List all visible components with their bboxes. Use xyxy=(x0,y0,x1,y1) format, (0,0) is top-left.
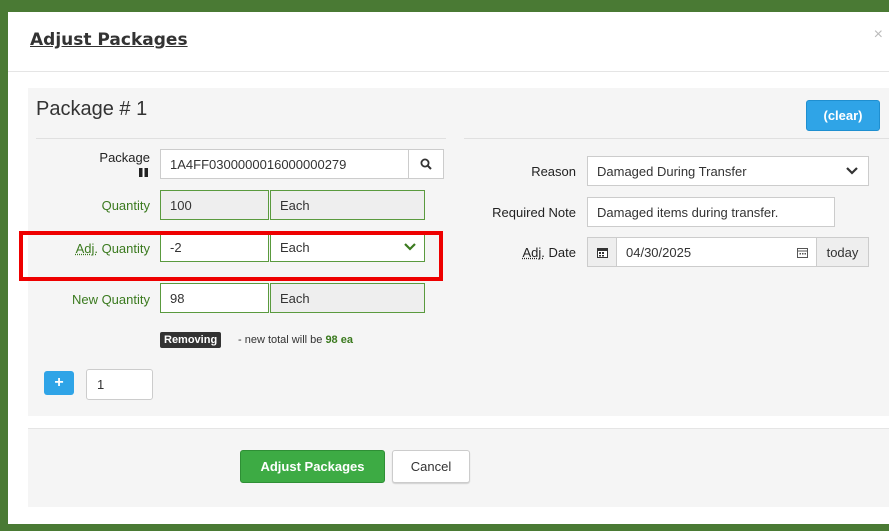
new-quantity-unit-field: Each xyxy=(270,283,425,313)
reason-label: Reason xyxy=(531,164,576,179)
new-quantity-label: New Quantity xyxy=(71,292,150,307)
search-button[interactable] xyxy=(408,149,444,179)
calendar-icon xyxy=(596,247,608,258)
new-quantity-field: 98 xyxy=(160,283,269,313)
calendar-picker-icon[interactable] xyxy=(797,247,808,258)
package-count-input[interactable]: 1 xyxy=(86,369,153,400)
quantity-field: 100 xyxy=(160,190,269,220)
add-package-button[interactable]: + xyxy=(44,371,74,395)
package-title: Package # 1 xyxy=(36,98,148,120)
required-note-input[interactable]: Damaged items during transfer. xyxy=(587,197,835,227)
new-total-note: - new total will be 98 ea xyxy=(238,334,353,346)
adj-date-input[interactable]: 04/30/2025 xyxy=(616,237,817,267)
modal-header: Adjust Packages × xyxy=(8,12,889,72)
clear-button[interactable]: (clear) xyxy=(806,100,880,131)
barcode-icon xyxy=(139,168,148,177)
close-icon[interactable]: × xyxy=(874,26,883,44)
adjust-packages-button[interactable]: Adjust Packages xyxy=(240,450,385,483)
package-label: Package xyxy=(68,150,150,180)
removing-badge: Removing xyxy=(160,332,222,348)
adjust-packages-modal: Adjust Packages × Package # 1 (clear) Pa… xyxy=(8,12,889,524)
today-button[interactable]: today xyxy=(816,237,869,267)
required-note-label: Required Note xyxy=(492,205,576,220)
quantity-unit-field: Each xyxy=(270,190,425,220)
reason-select[interactable]: Damaged During Transfer xyxy=(587,156,869,186)
divider xyxy=(464,138,889,139)
modal-title: Adjust Packages xyxy=(30,30,188,50)
package-id-input[interactable]: 1A4FF0300000016000000279 xyxy=(160,149,409,179)
divider xyxy=(36,138,446,139)
highlight-box xyxy=(19,231,443,281)
plus-icon: + xyxy=(54,374,64,391)
cancel-button[interactable]: Cancel xyxy=(392,450,470,483)
calendar-addon xyxy=(587,237,617,267)
adj-date-label: Adj. Date xyxy=(522,245,576,260)
chevron-down-icon xyxy=(846,167,858,175)
search-icon xyxy=(420,158,432,170)
quantity-label: Quantity xyxy=(101,198,150,213)
